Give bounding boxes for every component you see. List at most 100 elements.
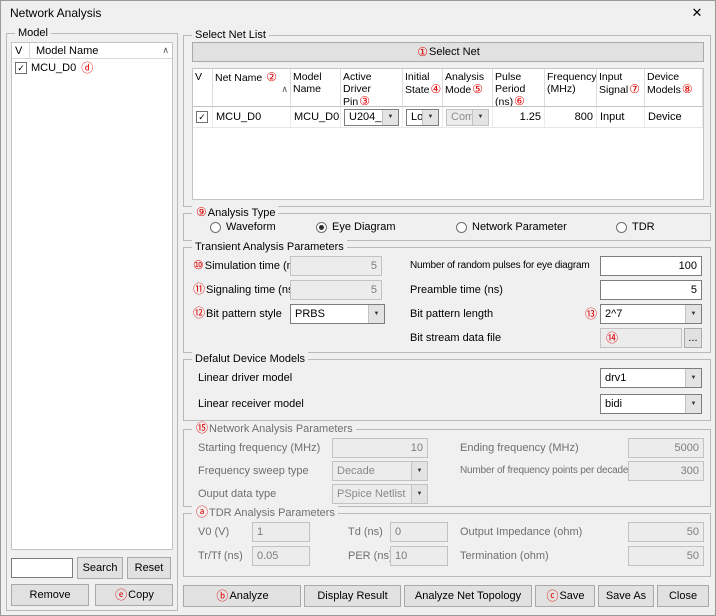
radio-icon[interactable]	[616, 222, 627, 233]
bit-pattern-style-select[interactable]: PRBS ▼	[290, 304, 385, 324]
radio-icon[interactable]	[210, 222, 221, 233]
chevron-down-icon[interactable]: ▼	[422, 110, 438, 125]
col-active-driver-pin[interactable]: Active Driver Pin③	[341, 69, 403, 106]
remove-button[interactable]: Remove	[11, 584, 89, 606]
pulse-period-cell[interactable]: 1.25	[493, 107, 545, 127]
col-model-name[interactable]: Model Name	[291, 69, 341, 106]
chevron-down-icon[interactable]: ▼	[368, 305, 384, 323]
signaling-time-label: ⑪Signaling time (ns)	[192, 280, 297, 300]
device-models-cell[interactable]: Device	[645, 107, 703, 127]
net-row-checkbox[interactable]: ✓	[196, 111, 208, 123]
col-net-name[interactable]: Net Name ②∧	[213, 69, 291, 106]
chevron-down-icon[interactable]: ▼	[685, 369, 701, 387]
analyze-button[interactable]: ⓑ Analyze	[183, 585, 301, 607]
search-button[interactable]: Search	[77, 557, 123, 579]
annotation-e-badge: ⓔ	[114, 589, 128, 601]
td-label: Td (ns)	[348, 522, 383, 542]
linear-driver-model-select[interactable]: drv1 ▼	[600, 368, 702, 388]
radio-network-parameter[interactable]: Network Parameter	[456, 220, 567, 234]
bit-pattern-style-label: ⑫Bit pattern style	[192, 304, 282, 324]
annotation-14-badge: ⑭	[605, 332, 619, 344]
close-icon[interactable]: ✕	[679, 1, 715, 25]
bit-pattern-length-select[interactable]: 2^7 ▼	[600, 304, 702, 324]
output-impedance-field: 50	[628, 522, 704, 542]
radio-waveform-label: Waveform	[226, 221, 276, 233]
save-button[interactable]: ⓒ Save	[535, 585, 595, 607]
select-net-button[interactable]: ① Select Net	[192, 42, 704, 62]
col-v[interactable]: V	[193, 69, 213, 106]
radio-icon[interactable]	[456, 222, 467, 233]
close-button[interactable]: Close	[657, 585, 709, 607]
starting-frequency-field: 10	[332, 438, 428, 458]
model-list-item[interactable]: ✓ MCU_D0 ⓓ	[12, 59, 172, 77]
chevron-down-icon[interactable]: ▼	[685, 395, 701, 413]
radio-eye-diagram[interactable]: Eye Diagram	[316, 220, 396, 234]
annotation-b-badge: ⓑ	[215, 590, 229, 602]
model-group-title: Model	[15, 26, 51, 40]
analyze-net-topology-button[interactable]: Analyze Net Topology	[404, 585, 532, 607]
signaling-time-field: 5	[290, 280, 382, 300]
model-name-cell: MCU_D0	[291, 107, 341, 127]
bit-stream-file-label: Bit stream data file	[410, 328, 501, 348]
save-as-button[interactable]: Save As	[598, 585, 654, 607]
radio-tdr[interactable]: TDR	[616, 220, 655, 234]
output-impedance-label: Output Impedance (ohm)	[460, 522, 582, 542]
save-button-label: Save	[559, 590, 584, 602]
annotation-a-badge: ⓐ	[195, 505, 209, 519]
col-input-signal[interactable]: Input Signal⑦	[597, 69, 645, 106]
points-per-decade-label: Number of frequency points per decade	[460, 461, 628, 481]
col-initial-state[interactable]: Initial State④	[403, 69, 443, 106]
initial-state-select[interactable]: Low ▼	[406, 109, 439, 126]
footer-buttons: ⓑ Analyze Display Result Analyze Net Top…	[183, 585, 711, 609]
random-pulses-field[interactable]: 100	[600, 256, 702, 276]
trtf-label: Tr/Tf (ns)	[198, 546, 243, 566]
active-driver-pin-select[interactable]: U204_ ▼	[344, 109, 399, 126]
frequency-cell[interactable]: 800	[545, 107, 597, 127]
copy-button[interactable]: ⓔ Copy	[95, 584, 173, 606]
output-data-type-label: Ouput data type	[198, 484, 276, 504]
random-pulses-label: Number of random pulses for eye diagram	[410, 256, 590, 276]
input-signal-cell[interactable]: Input	[597, 107, 645, 127]
transient-group: Transient Analysis Parameters ⑩Simulatio…	[183, 247, 711, 353]
chevron-down-icon[interactable]: ▼	[685, 305, 701, 323]
browse-button[interactable]: ...	[684, 328, 702, 348]
output-data-type-select: PSpice Netlist ▼	[332, 484, 428, 504]
annotation-12-badge: ⑫	[192, 306, 206, 320]
termination-field: 50	[628, 546, 704, 566]
radio-tdr-label: TDR	[632, 221, 655, 233]
net-table-row[interactable]: ✓ MCU_D0 MCU_D0 U204_ ▼ Low ▼	[193, 107, 703, 128]
net-table: V Net Name ②∧ Model Name Active Driver P…	[192, 68, 704, 200]
model-col-v[interactable]: V	[12, 43, 30, 58]
col-frequency[interactable]: Frequency (MHz)	[545, 69, 597, 106]
col-analysis-mode[interactable]: Analysis Mode⑤	[443, 69, 493, 106]
annotation-c-badge: ⓒ	[545, 590, 559, 602]
model-checkbox[interactable]: ✓	[15, 62, 27, 74]
sort-asc-icon[interactable]: ∧	[162, 45, 169, 56]
annotation-5-badge: ⑤	[471, 82, 484, 96]
frequency-sweep-type-select: Decade ▼	[332, 461, 428, 481]
search-input[interactable]	[11, 558, 73, 578]
linear-driver-model-label: Linear driver model	[198, 368, 292, 388]
model-col-name[interactable]: Model Name	[30, 45, 172, 57]
network-analysis-dialog: Network Analysis ✕ Model V Model Name ∧ …	[0, 0, 716, 616]
titlebar: Network Analysis ✕	[1, 1, 715, 25]
bit-stream-file-field: ⑭	[600, 328, 682, 348]
col-device-models[interactable]: Device Models⑧	[645, 69, 703, 106]
model-group: Model V Model Name ∧ ✓ MCU_D0 ⓓ Search R…	[6, 33, 178, 611]
preamble-time-field[interactable]: 5	[600, 280, 702, 300]
linear-receiver-model-label: Linear receiver model	[198, 394, 304, 414]
annotation-11-badge: ⑪	[192, 282, 206, 296]
sort-asc-icon[interactable]: ∧	[281, 83, 288, 95]
chevron-down-icon: ▼	[411, 485, 427, 503]
linear-receiver-model-select[interactable]: bidi ▼	[600, 394, 702, 414]
reset-button[interactable]: Reset	[127, 557, 171, 579]
display-result-button[interactable]: Display Result	[304, 585, 401, 607]
annotation-1-badge: ①	[416, 46, 429, 58]
radio-icon[interactable]	[316, 222, 327, 233]
transient-group-title: Transient Analysis Parameters	[192, 240, 347, 254]
radio-waveform[interactable]: Waveform	[210, 220, 276, 234]
chevron-down-icon[interactable]: ▼	[382, 110, 398, 125]
col-pulse-period[interactable]: Pulse Period (ns)⑥	[493, 69, 545, 106]
model-list[interactable]: V Model Name ∧ ✓ MCU_D0 ⓓ	[11, 42, 173, 550]
annotation-9-badge: ⑨	[195, 205, 208, 219]
